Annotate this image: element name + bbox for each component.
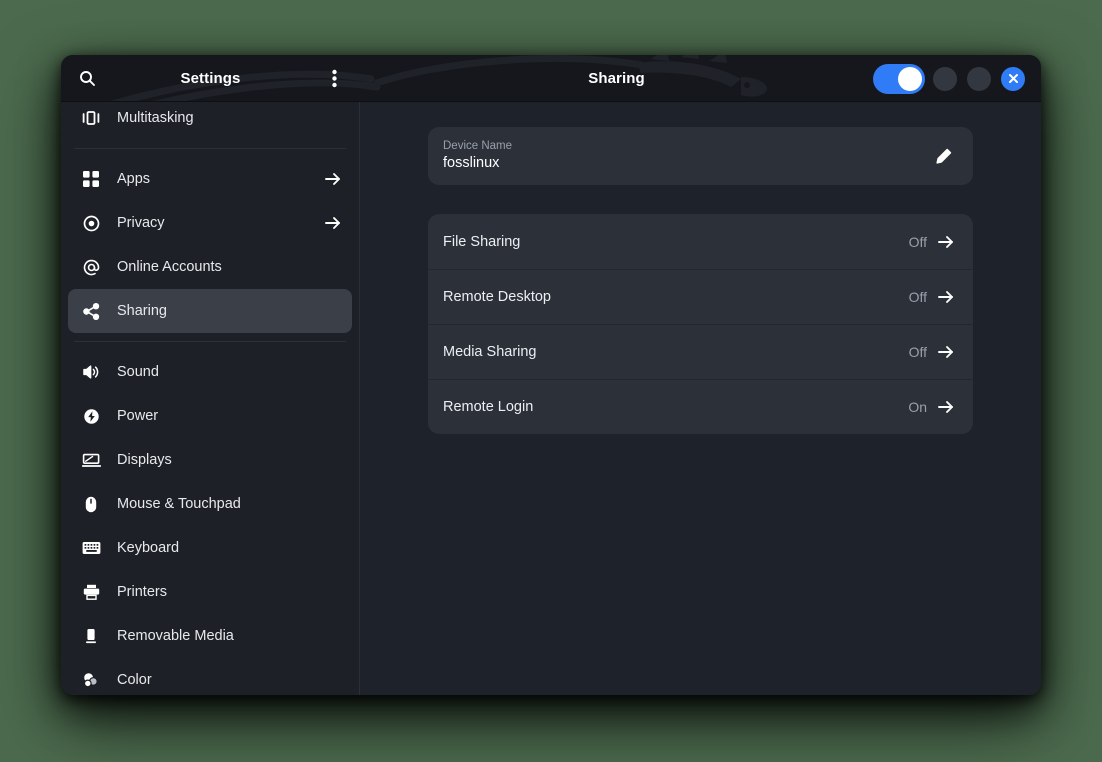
settings-window: Settings Sharing Multitasking Apps Priva… <box>61 55 1041 695</box>
sidebar-item-label: Multitasking <box>117 110 194 126</box>
sidebar-item-keyboard[interactable]: Keyboard <box>68 526 352 570</box>
chevron-right-icon <box>938 400 954 414</box>
sidebar-item-printers[interactable]: Printers <box>68 570 352 614</box>
search-icon[interactable] <box>70 62 104 96</box>
row-remote-desktop[interactable]: Remote Desktop Off <box>428 269 973 324</box>
close-button[interactable] <box>1001 66 1025 91</box>
sidebar-item-online-accounts[interactable]: Online Accounts <box>68 245 352 289</box>
sidebar-item-label: Printers <box>117 584 167 600</box>
device-name-value: fosslinux <box>443 155 500 171</box>
sidebar-item-apps[interactable]: Apps <box>68 157 352 201</box>
sidebar-item-label: Privacy <box>117 215 165 231</box>
apps-grid-icon <box>80 171 102 187</box>
row-label: File Sharing <box>443 233 521 250</box>
sidebar-item-label: Removable Media <box>117 628 234 644</box>
power-bolt-icon <box>80 408 102 425</box>
sidebar-item-label: Keyboard <box>117 540 180 556</box>
sidebar-item-sharing[interactable]: Sharing <box>68 289 352 333</box>
sidebar-title: Settings <box>180 70 241 87</box>
printer-icon <box>80 584 102 600</box>
sidebar-item-label: Mouse & Touchpad <box>117 496 241 512</box>
sidebar-item-sound[interactable]: Sound <box>68 350 352 394</box>
sidebar-item-removable-media[interactable]: Removable Media <box>68 614 352 658</box>
sidebar-item-multitasking[interactable]: Multitasking <box>68 102 352 140</box>
privacy-shield-icon <box>80 215 102 232</box>
headerbar-sidebar-section: Settings <box>61 55 360 102</box>
row-status: Off <box>908 233 927 250</box>
row-label: Media Sharing <box>443 343 537 360</box>
headerbar-content-section: Sharing <box>360 55 1041 102</box>
chevron-right-icon <box>938 235 954 249</box>
sharing-content-panel: Device Name fosslinux File Sharing Off R… <box>360 102 1041 695</box>
color-profile-icon <box>80 672 102 688</box>
removable-media-icon <box>80 628 102 645</box>
sidebar-separator-1 <box>74 148 346 149</box>
row-label: Remote Login <box>443 398 534 415</box>
chevron-right-icon <box>325 216 341 230</box>
chevron-right-icon <box>325 172 341 186</box>
keyboard-icon <box>80 541 102 555</box>
menu-three-dots-icon[interactable] <box>317 62 351 96</box>
display-monitor-icon <box>80 452 102 468</box>
chevron-right-icon <box>938 345 954 359</box>
at-sign-icon <box>80 259 102 276</box>
device-name-label: Device Name <box>443 140 513 152</box>
settings-sidebar[interactable]: Multitasking Apps Privacy Online Account… <box>61 102 360 695</box>
sidebar-item-privacy[interactable]: Privacy <box>68 201 352 245</box>
multitasking-icon <box>80 110 102 126</box>
chevron-right-icon <box>938 290 954 304</box>
window-headerbar: Settings Sharing <box>61 55 1041 102</box>
sidebar-item-label: Color <box>117 672 152 688</box>
sidebar-item-label: Displays <box>117 452 172 468</box>
row-status: Off <box>908 288 927 305</box>
row-label: Remote Desktop <box>443 288 551 305</box>
header-toggle-switch[interactable] <box>873 63 925 94</box>
row-remote-login[interactable]: Remote Login On <box>428 379 973 434</box>
speaker-icon <box>80 364 102 380</box>
sidebar-item-color[interactable]: Color <box>68 658 352 695</box>
minimize-button[interactable] <box>933 66 957 91</box>
sharing-options-list: File Sharing Off Remote Desktop Off Medi… <box>428 214 973 434</box>
sidebar-item-label: Online Accounts <box>117 259 222 275</box>
sidebar-item-displays[interactable]: Displays <box>68 438 352 482</box>
toggle-knob <box>898 66 922 91</box>
sidebar-item-power[interactable]: Power <box>68 394 352 438</box>
row-media-sharing[interactable]: Media Sharing Off <box>428 324 973 379</box>
row-file-sharing[interactable]: File Sharing Off <box>428 214 973 269</box>
sidebar-item-mouse-touchpad[interactable]: Mouse & Touchpad <box>68 482 352 526</box>
sidebar-item-label: Power <box>117 408 159 424</box>
sidebar-item-label: Sound <box>117 364 159 380</box>
row-status: On <box>908 398 927 415</box>
maximize-button[interactable] <box>967 66 991 91</box>
row-status: Off <box>908 343 927 360</box>
window-body: Multitasking Apps Privacy Online Account… <box>61 102 1041 695</box>
mouse-icon <box>80 496 102 513</box>
page-title: Sharing <box>588 70 645 87</box>
sidebar-separator-2 <box>74 341 346 342</box>
sidebar-item-label: Sharing <box>117 303 167 319</box>
share-nodes-icon <box>80 302 102 320</box>
pencil-edit-icon[interactable] <box>929 141 959 171</box>
device-name-card[interactable]: Device Name fosslinux <box>428 127 973 185</box>
sidebar-item-label: Apps <box>117 171 151 187</box>
